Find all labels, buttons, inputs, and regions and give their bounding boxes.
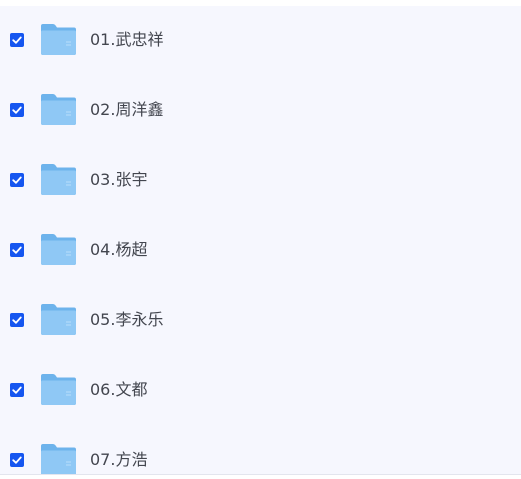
file-list-item[interactable]: 05.李永乐 (0, 300, 521, 340)
checkbox-checked[interactable] (10, 383, 24, 397)
file-list-item[interactable]: 03.张宇 (0, 160, 521, 200)
file-name: 02.周洋鑫 (90, 100, 164, 119)
folder-icon (40, 232, 77, 266)
file-name: 07.方浩 (90, 450, 148, 469)
checkmark-icon (12, 176, 22, 184)
checkbox-checked[interactable] (10, 103, 24, 117)
folder-icon (40, 92, 77, 126)
folder-icon (40, 372, 77, 406)
file-list-item[interactable]: 01.武忠祥 (0, 20, 521, 60)
file-name: 01.武忠祥 (90, 30, 164, 49)
folder-icon (40, 442, 77, 474)
file-name: 03.张宇 (90, 170, 148, 189)
list-bottom-divider (0, 474, 521, 475)
folder-icon (40, 22, 77, 56)
file-list-item[interactable]: 04.杨超 (0, 230, 521, 270)
checkbox-checked[interactable] (10, 243, 24, 257)
checkbox-checked[interactable] (10, 173, 24, 187)
file-list-item[interactable]: 02.周洋鑫 (0, 90, 521, 130)
file-name: 04.杨超 (90, 240, 148, 259)
checkbox-checked[interactable] (10, 453, 24, 467)
file-list-panel: 01.武忠祥 02.周洋鑫 03.张宇 04.杨超 05.李永乐 06.文都 0… (0, 6, 521, 474)
checkmark-icon (12, 456, 22, 464)
checkmark-icon (12, 246, 22, 254)
file-list-item[interactable]: 06.文都 (0, 370, 521, 410)
checkbox-checked[interactable] (10, 313, 24, 327)
folder-icon (40, 162, 77, 196)
file-list-item[interactable]: 07.方浩 (0, 440, 521, 474)
file-name: 06.文都 (90, 380, 148, 399)
folder-icon (40, 302, 77, 336)
checkbox-checked[interactable] (10, 33, 24, 47)
checkmark-icon (12, 386, 22, 394)
checkmark-icon (12, 106, 22, 114)
checkmark-icon (12, 36, 22, 44)
checkmark-icon (12, 316, 22, 324)
file-name: 05.李永乐 (90, 310, 164, 329)
